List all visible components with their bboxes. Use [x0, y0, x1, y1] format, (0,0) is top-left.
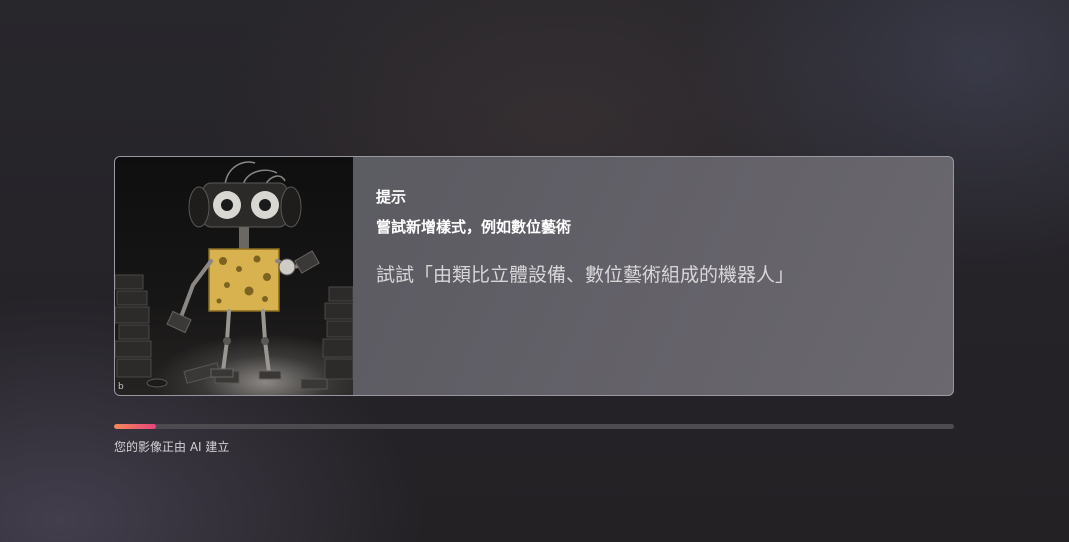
generated-image-thumbnail: b: [115, 157, 353, 395]
status-text: 您的影像正由 AI 建立: [114, 440, 230, 454]
progress-bar: [114, 424, 954, 429]
tip-subheading: 嘗試新增樣式，例如數位藝術: [376, 218, 572, 236]
progress-bar-fill: [114, 424, 156, 429]
watermark-icon: b: [118, 382, 124, 392]
tip-card: b 提示 嘗試新增樣式，例如數位藝術 試試「由類比立體設備、數位藝術組成的機器人…: [114, 156, 954, 396]
robot-illustration: [115, 161, 353, 390]
tip-heading: 提示: [376, 188, 407, 206]
tip-content: 提示 嘗試新增樣式，例如數位藝術 試試「由類比立體設備、數位藝術組成的機器人」: [353, 157, 953, 395]
tip-example-prompt: 試試「由類比立體設備、數位藝術組成的機器人」: [376, 264, 795, 286]
